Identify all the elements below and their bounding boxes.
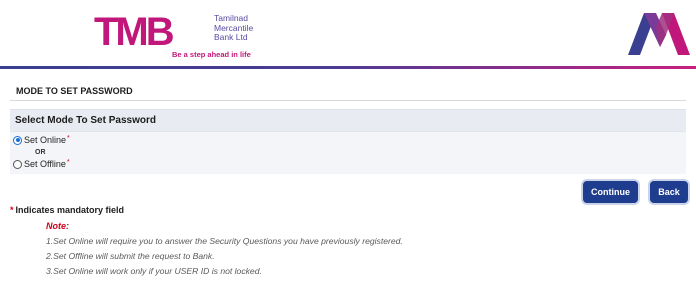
required-mark: * — [66, 158, 70, 166]
header-divider — [0, 66, 696, 69]
m-brand-icon — [628, 13, 690, 55]
svg-text:TMB: TMB — [94, 10, 174, 50]
section-title: MODE TO SET PASSWORD — [16, 86, 133, 96]
option-set-offline[interactable]: Set Offline * — [13, 159, 70, 169]
radio-set-offline[interactable] — [13, 159, 22, 169]
mode-options-panel: Set Online * OR Set Offline * — [10, 131, 686, 174]
tmb-logo-mark: TMB — [94, 10, 177, 50]
or-separator: OR — [35, 149, 46, 156]
bank-name: Tamilnad Mercantile Bank Ltd — [214, 13, 274, 43]
radio-set-online[interactable] — [13, 135, 22, 145]
panel-header: Select Mode To Set Password — [10, 109, 686, 131]
note-line: 3.Set Online will work only if your USER… — [46, 266, 262, 276]
continue-button[interactable]: Continue — [583, 181, 638, 203]
tagline: Be a step ahead in life — [172, 50, 251, 59]
option-set-online[interactable]: Set Online * — [13, 135, 70, 145]
section-divider — [10, 100, 686, 101]
note-label: Note: — [46, 221, 69, 231]
mandatory-text: Indicates mandatory field — [15, 205, 125, 215]
bank-name-line: Bank Ltd — [214, 32, 248, 42]
required-mark: * — [67, 134, 70, 142]
panel-title: Select Mode To Set Password — [15, 115, 156, 126]
option-label: Set Offline — [24, 159, 66, 169]
back-button[interactable]: Back — [650, 181, 688, 203]
mandatory-field-legend: * Indicates mandatory field — [10, 205, 124, 215]
note-line: 2.Set Offline will submit the request to… — [46, 251, 215, 261]
option-label: Set Online — [24, 135, 67, 145]
required-mark: * — [10, 205, 14, 215]
page-header: TMB Tamilnad Mercantile Bank Ltd Be a st… — [0, 0, 696, 66]
note-line: 1.Set Online will require you to answer … — [46, 236, 403, 246]
